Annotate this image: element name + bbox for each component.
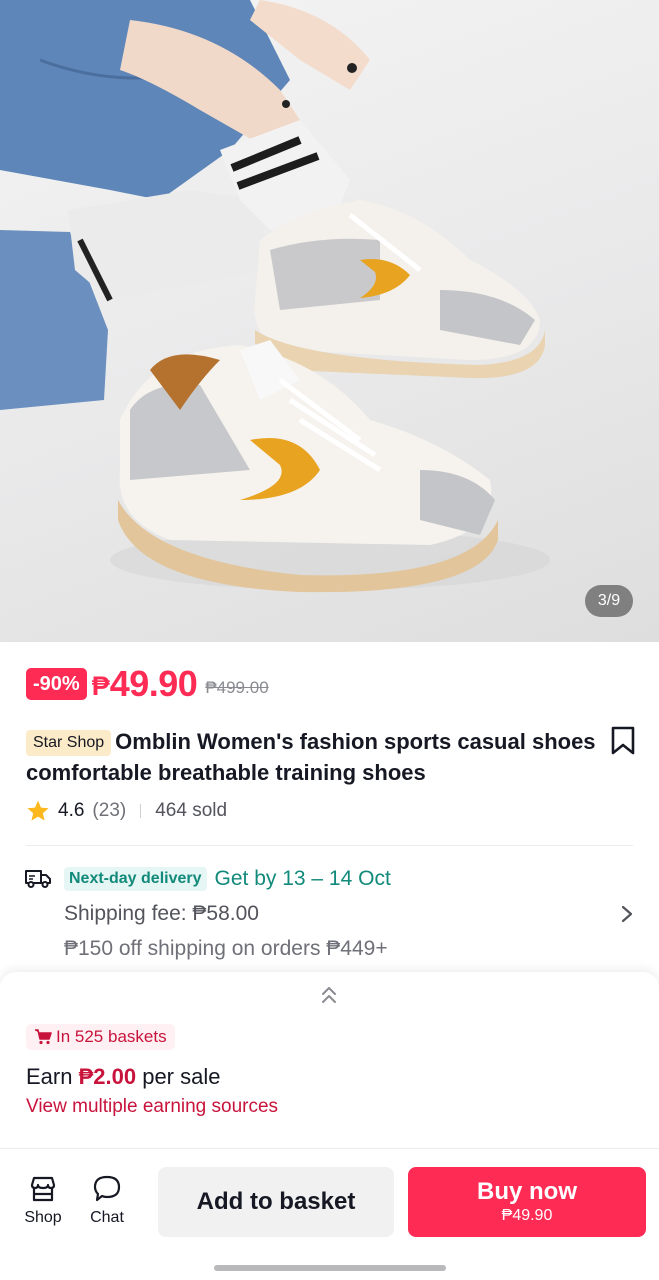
bookmark-icon[interactable]: [610, 726, 636, 756]
delivery-row[interactable]: Next-day delivery Get by 13 – 14 Oct: [64, 864, 391, 894]
rating-count: (23): [92, 800, 127, 821]
product-image-carousel[interactable]: 3/9: [0, 0, 659, 642]
rating-row[interactable]: 4.6 (23) 464 sold: [26, 797, 227, 825]
rating-score: 4.6: [58, 800, 85, 821]
price-row: -90% ₱ 49.90 ₱499.00: [26, 663, 269, 704]
add-to-basket-button[interactable]: Add to basket: [158, 1167, 394, 1237]
basket-count-badge: In 525 baskets: [26, 1024, 175, 1050]
buy-now-label: Buy now: [477, 1178, 577, 1205]
home-indicator: [214, 1265, 446, 1271]
image-counter: 3/9: [585, 585, 633, 617]
chat-label: Chat: [90, 1209, 124, 1226]
sold-count: 464 sold: [155, 800, 228, 821]
earn-per-sale: Earn ₱2.00 per sale: [26, 1064, 220, 1090]
view-earning-sources-link[interactable]: View multiple earning sources: [26, 1096, 278, 1118]
bottom-action-bar: Shop Chat Add to basket Buy now ₱49.90: [0, 1148, 659, 1280]
buy-now-price: ₱49.90: [501, 1207, 553, 1224]
earn-amount: ₱2.00: [78, 1064, 137, 1089]
star-icon: [27, 800, 49, 821]
product-title-text: Omblin Women's fashion sports casual sho…: [26, 729, 596, 785]
star-shop-badge: Star Shop: [26, 730, 112, 756]
shop-label: Shop: [24, 1209, 62, 1226]
chat-icon: [93, 1175, 121, 1202]
cart-icon: [35, 1029, 52, 1045]
discount-badge: -90%: [26, 668, 87, 700]
chat-button[interactable]: Chat: [77, 1173, 137, 1233]
chevron-double-up-icon[interactable]: [318, 984, 340, 1006]
shop-icon: [30, 1176, 56, 1202]
shipping-fee: Shipping fee: ₱58.00: [64, 902, 259, 925]
shop-button[interactable]: Shop: [13, 1173, 73, 1233]
divider: [26, 845, 633, 846]
current-price: 49.90: [109, 663, 198, 704]
chevron-right-icon[interactable]: [620, 904, 634, 924]
basket-count-text: In 525 baskets: [56, 1027, 167, 1046]
shipping-promo: ₱150 off shipping on orders ₱449+: [64, 937, 388, 960]
earn-prefix: Earn: [26, 1064, 79, 1089]
price-currency: ₱: [91, 670, 110, 701]
separator: [140, 804, 142, 818]
affiliate-panel: In 525 baskets Earn ₱2.00 per sale View …: [0, 972, 659, 1148]
earn-suffix: per sale: [136, 1064, 221, 1089]
product-photo: [0, 0, 550, 593]
delivery-date: Get by 13 – 14 Oct: [214, 867, 391, 890]
original-price: ₱499.00: [205, 678, 269, 697]
buy-now-button[interactable]: Buy now ₱49.90: [408, 1167, 646, 1237]
product-title: Star Shop Omblin Women's fashion sports c…: [26, 726, 606, 788]
truck-icon: [25, 870, 51, 888]
next-day-delivery-badge: Next-day delivery: [64, 867, 207, 891]
